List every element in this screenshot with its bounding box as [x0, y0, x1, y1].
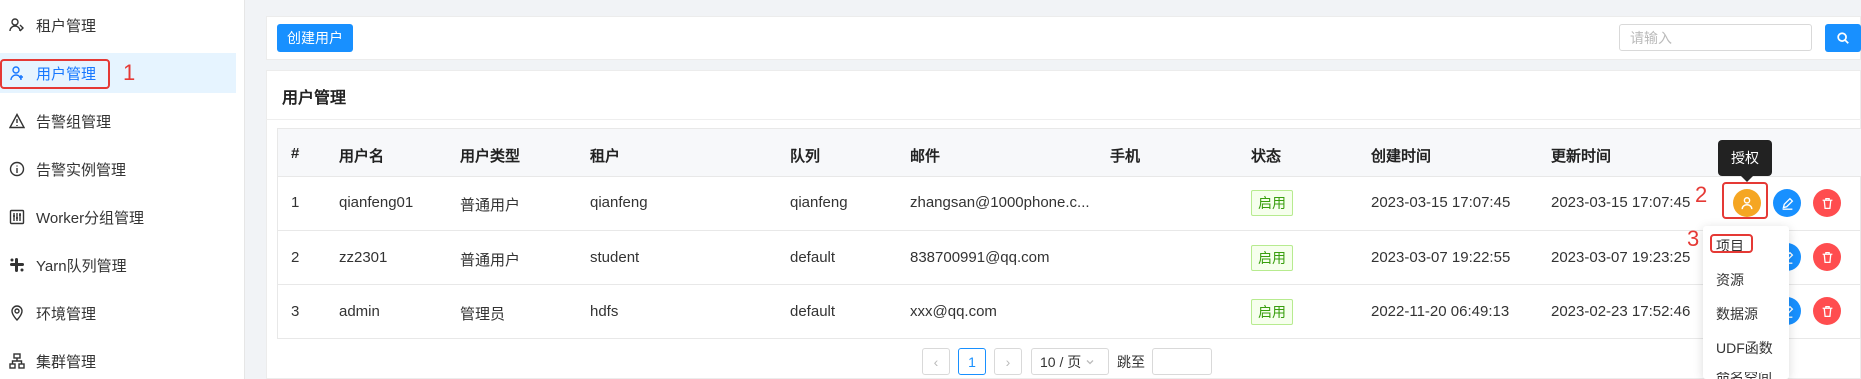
warning-icon — [8, 112, 26, 130]
page-title: 用户管理 — [282, 90, 347, 107]
info-icon — [8, 160, 26, 178]
cluster-icon — [8, 352, 26, 370]
status-badge: 启用 — [1251, 190, 1293, 216]
cell-created: 2023-03-07 19:22:55 — [1371, 249, 1511, 266]
menu-item-udf[interactable]: UDF函数 — [1716, 338, 1773, 358]
annotation-number-2: 2 — [1695, 182, 1708, 207]
cell-updated: 2023-03-15 17:07:45 — [1551, 194, 1691, 211]
search-icon — [1837, 32, 1849, 44]
cell-queue: default — [790, 303, 836, 320]
annotation-box-1 — [0, 59, 110, 89]
trash-icon — [1822, 251, 1832, 263]
sidebar-item-label: 集群管理 — [36, 353, 97, 371]
sidebar-item-tenant[interactable]: 租户管理 — [0, 5, 236, 45]
sidebar-item-worker-groups[interactable]: Worker分组管理 — [0, 197, 236, 237]
cell-created: 2022-11-20 06:49:13 — [1371, 303, 1510, 320]
cell-user-type: 普通用户 — [460, 197, 521, 214]
cell-tenant: student — [590, 249, 640, 266]
search-button[interactable] — [1825, 24, 1861, 52]
tenant-icon — [8, 16, 26, 34]
trash-icon — [1822, 197, 1832, 209]
sidebar-item-label: 告警组管理 — [36, 113, 112, 131]
search-input[interactable]: 请输入 — [1619, 24, 1812, 51]
col-header-user-type: 用户类型 — [460, 148, 521, 165]
page-number-1[interactable]: 1 — [958, 348, 986, 375]
jump-label: 跳至 — [1117, 354, 1145, 370]
app-root: 租户管理 用户管理 告警组管理 告警实例管理 Worker分组管理 Yarn队列… — [0, 0, 1861, 379]
cell-user-type: 普通用户 — [460, 252, 521, 269]
col-header-index: # — [291, 145, 300, 162]
status-badge: 启用 — [1251, 299, 1293, 325]
authorize-tooltip: 授权 — [1718, 140, 1772, 182]
col-header-tenant: 租户 — [590, 148, 621, 165]
divider — [266, 119, 1861, 120]
sidebar-item-label: Yarn队列管理 — [36, 257, 127, 275]
cell-queue: qianfeng — [790, 194, 848, 211]
cell-email: xxx@qq.com — [910, 303, 997, 320]
sidebar-item-label: 告警实例管理 — [36, 161, 127, 179]
delete-button[interactable] — [1813, 189, 1841, 217]
queue-icon — [8, 256, 26, 274]
col-header-status: 状态 — [1251, 148, 1282, 165]
col-header-phone: 手机 — [1110, 148, 1141, 165]
location-icon — [8, 304, 26, 322]
cell-updated: 2023-03-07 19:23:25 — [1551, 249, 1691, 266]
col-header-email: 邮件 — [910, 148, 941, 165]
chevron-down-icon — [1086, 359, 1094, 364]
cell-index: 1 — [291, 194, 300, 211]
col-header-queue: 队列 — [790, 148, 821, 165]
cell-queue: default — [790, 249, 836, 266]
cell-user-type: 管理员 — [460, 306, 506, 323]
prev-page-button[interactable]: ‹ — [922, 348, 950, 375]
jump-page-input[interactable] — [1152, 348, 1212, 375]
cell-updated: 2023-02-23 17:52:46 — [1551, 303, 1691, 320]
page-size-select[interactable]: 10 / 页 — [1031, 348, 1109, 375]
delete-button[interactable] — [1813, 243, 1841, 271]
worker-group-icon — [8, 208, 26, 226]
cell-username: admin — [339, 303, 380, 320]
cell-index: 3 — [291, 303, 300, 320]
next-page-button[interactable]: › — [994, 348, 1022, 375]
row-divider — [278, 284, 1861, 285]
sidebar-item-label: 环境管理 — [36, 305, 97, 323]
menu-item-namespaces[interactable]: 命名空间 — [1716, 372, 1772, 379]
annotation-number-1: 1 — [123, 60, 136, 85]
cell-username: zz2301 — [339, 249, 388, 266]
edit-icon — [1782, 197, 1793, 210]
cell-created: 2023-03-15 17:07:45 — [1371, 194, 1511, 211]
delete-button[interactable] — [1813, 297, 1841, 325]
col-header-updated: 更新时间 — [1551, 148, 1612, 165]
sidebar-item-alert-groups[interactable]: 告警组管理 — [0, 101, 236, 141]
sidebar-item-clusters[interactable]: 集群管理 — [0, 341, 236, 379]
cell-username: qianfeng01 — [339, 194, 414, 211]
col-header-created: 创建时间 — [1371, 148, 1432, 165]
menu-item-resources[interactable]: 资源 — [1716, 270, 1744, 290]
sidebar-item-environments[interactable]: 环境管理 — [0, 293, 236, 333]
create-user-button[interactable]: 创建用户 — [277, 24, 353, 52]
menu-item-datasources[interactable]: 数据源 — [1716, 304, 1758, 324]
cell-tenant: qianfeng — [590, 194, 648, 211]
cell-tenant: hdfs — [590, 303, 619, 320]
row-divider — [278, 230, 1861, 231]
sidebar: 租户管理 用户管理 告警组管理 告警实例管理 Worker分组管理 Yarn队列… — [0, 0, 245, 379]
cell-email: zhangsan@1000phone.c... — [910, 194, 1090, 211]
sidebar-item-label: Worker分组管理 — [36, 209, 145, 227]
annotation-box-2 — [1722, 182, 1768, 219]
edit-button[interactable] — [1773, 189, 1801, 217]
annotation-number-3: 3 — [1687, 226, 1700, 251]
status-badge: 启用 — [1251, 245, 1293, 271]
cell-index: 2 — [291, 249, 300, 266]
sidebar-item-alert-instances[interactable]: 告警实例管理 — [0, 149, 236, 189]
trash-icon — [1822, 305, 1832, 317]
sidebar-item-yarn-queues[interactable]: Yarn队列管理 — [0, 245, 236, 285]
col-header-username: 用户名 — [339, 148, 385, 165]
cell-email: 838700991@qq.com — [910, 249, 1050, 266]
sidebar-item-label: 租户管理 — [36, 17, 97, 35]
page-size-value: 10 / 页 — [1040, 353, 1082, 370]
annotation-box-3 — [1710, 234, 1753, 253]
